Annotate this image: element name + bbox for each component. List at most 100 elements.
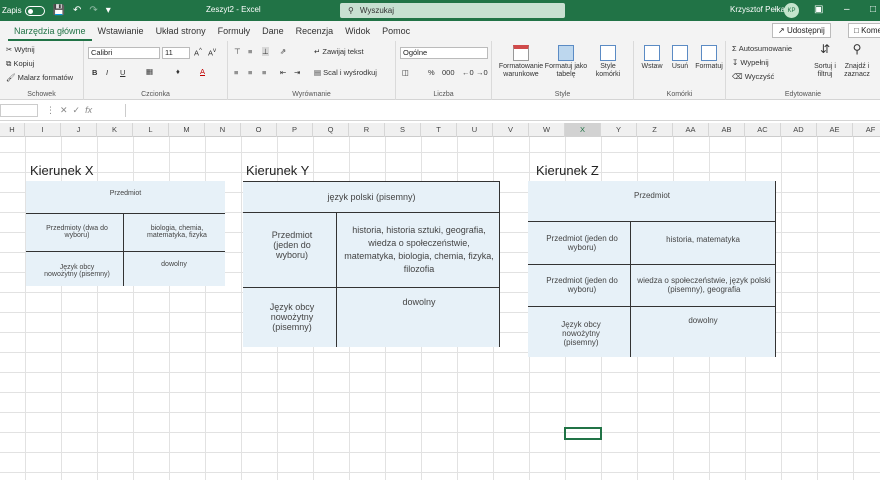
orientation-icon[interactable]: ⇗	[280, 47, 286, 56]
percent-icon[interactable]: %	[428, 68, 435, 77]
table-divider	[243, 212, 500, 213]
formula-controls[interactable]: ⋮ ✕ ✓ fx	[46, 105, 92, 116]
name-box[interactable]	[0, 104, 38, 117]
column-header-x[interactable]: X	[565, 123, 601, 137]
column-header-ac[interactable]: AC	[745, 123, 781, 137]
merge-center-button[interactable]: ▤ Scal i wyśrodkuj	[314, 68, 377, 77]
increase-decimal-icon[interactable]: ←0	[462, 68, 474, 77]
tab-insert[interactable]: Wstawianie	[92, 21, 150, 41]
decrease-decimal-icon[interactable]: →0	[476, 68, 488, 77]
column-header-v[interactable]: V	[493, 123, 529, 137]
font-name-select[interactable]: Calibri	[88, 47, 160, 59]
autosum-button[interactable]: Σ Autosumowanie	[732, 44, 792, 53]
avatar[interactable]: KP	[784, 3, 799, 18]
font-size-select[interactable]: 11	[162, 47, 190, 59]
thousands-icon[interactable]: 000	[442, 68, 455, 77]
undo-icon[interactable]: ↶	[73, 5, 81, 16]
column-header-i[interactable]: I	[25, 123, 61, 137]
align-bottom-icon[interactable]: ⊥	[262, 47, 269, 56]
formula-input[interactable]	[125, 104, 880, 117]
currency-icon[interactable]: ◫	[402, 68, 409, 77]
decrease-indent-icon[interactable]: ⇤	[280, 68, 286, 77]
font-color-icon[interactable]: A	[200, 67, 205, 76]
tab-view[interactable]: Widok	[339, 21, 376, 41]
tab-page-layout[interactable]: Układ strony	[150, 21, 212, 41]
customize-toolbar-icon[interactable]: ▾	[106, 5, 111, 16]
column-header-k[interactable]: K	[97, 123, 133, 137]
tab-review[interactable]: Recenzja	[290, 21, 340, 41]
tab-formulas[interactable]: Formuły	[212, 21, 257, 41]
column-header-r[interactable]: R	[349, 123, 385, 137]
font-group-label: Czcionka	[141, 91, 170, 98]
align-top-icon[interactable]: ⊤	[234, 47, 241, 56]
maximize-icon[interactable]: □	[870, 4, 876, 15]
tab-data[interactable]: Dane	[256, 21, 290, 41]
redo-icon[interactable]: ↷	[89, 5, 97, 16]
align-middle-icon[interactable]: ≡	[248, 47, 252, 56]
table-divider	[336, 212, 337, 347]
column-header-z[interactable]: Z	[637, 123, 673, 137]
autosave-toggle[interactable]	[24, 5, 45, 16]
align-left-icon[interactable]: ≡	[234, 68, 238, 77]
share-button[interactable]: ↗ Udostępnij	[772, 23, 831, 38]
insert-cells-button[interactable]: Wstaw	[638, 45, 666, 71]
underline-button[interactable]: U	[120, 68, 125, 77]
italic-button[interactable]: I	[106, 68, 108, 77]
ribbon-display-icon[interactable]: ▣	[814, 4, 823, 15]
number-format-select[interactable]: Ogólne	[400, 47, 488, 59]
column-header-t[interactable]: T	[421, 123, 457, 137]
column-header-u[interactable]: U	[457, 123, 493, 137]
tab-home[interactable]: Narzędzia główne	[8, 21, 92, 41]
save-icon[interactable]: 💾	[53, 5, 65, 16]
column-header-h[interactable]: H	[0, 123, 25, 137]
bold-button[interactable]: B	[92, 68, 97, 77]
column-header-s[interactable]: S	[385, 123, 421, 137]
comment-icon: □	[854, 26, 859, 35]
column-header-p[interactable]: P	[277, 123, 313, 137]
comments-button[interactable]: □ Kome	[848, 23, 880, 38]
fill-button[interactable]: ↧ Wypełnij	[732, 58, 769, 67]
align-center-icon[interactable]: ≡	[248, 68, 252, 77]
sort-filter-button[interactable]: ⇵ Sortuj i filtruj	[810, 43, 840, 79]
column-header-q[interactable]: Q	[313, 123, 349, 137]
delete-cells-button[interactable]: Usuń	[666, 45, 694, 71]
active-cell[interactable]	[564, 427, 602, 440]
column-header-j[interactable]: J	[61, 123, 97, 137]
format-cells-button[interactable]: Formatuj	[694, 45, 724, 71]
grow-font-button[interactable]: A^	[194, 47, 202, 58]
column-header-af[interactable]: AF	[853, 123, 880, 137]
conditional-formatting-label: Formatowanie warunkowe	[498, 63, 544, 78]
cut-button[interactable]: ✂ Wytnij	[6, 45, 35, 54]
find-select-button[interactable]: ⚲ Znajdź i zaznacz	[840, 43, 874, 79]
search-box[interactable]: ⚲ Wyszukaj	[340, 3, 565, 18]
column-header-w[interactable]: W	[529, 123, 565, 137]
minimize-icon[interactable]: –	[844, 4, 850, 15]
fill-color-icon[interactable]: ♦	[176, 67, 180, 76]
column-header-ad[interactable]: AD	[781, 123, 817, 137]
column-header-y[interactable]: Y	[601, 123, 637, 137]
user-name[interactable]: Krzysztof Pełka	[730, 5, 785, 14]
borders-icon[interactable]: ▦	[146, 67, 153, 76]
clear-label: Wyczyść	[744, 72, 775, 81]
table-divider	[528, 264, 776, 265]
tab-help[interactable]: Pomoc	[376, 21, 416, 41]
wrap-text-button[interactable]: ↵ Zawijaj tekst	[314, 47, 364, 56]
clear-button[interactable]: ⌫ Wyczyść	[732, 72, 774, 81]
heading-kierunek-y: Kierunek Y	[246, 163, 310, 178]
conditional-formatting-button[interactable]: Formatowanie warunkowe	[496, 45, 546, 79]
shrink-font-button[interactable]: Av	[208, 47, 216, 58]
align-right-icon[interactable]: ≡	[262, 68, 266, 77]
format-as-table-button[interactable]: Formatuj jako tabelę	[544, 45, 588, 79]
column-header-n[interactable]: N	[205, 123, 241, 137]
copy-button[interactable]: ⧉ Kopiuj	[6, 59, 34, 69]
column-header-o[interactable]: O	[241, 123, 277, 137]
table-cell: historia, historia sztuki, geografia, wi…	[344, 225, 494, 274]
format-painter-button[interactable]: 🖌 Malarz formatów	[6, 73, 73, 82]
column-header-aa[interactable]: AA	[673, 123, 709, 137]
column-header-l[interactable]: L	[133, 123, 169, 137]
column-header-ab[interactable]: AB	[709, 123, 745, 137]
column-header-ae[interactable]: AE	[817, 123, 853, 137]
column-header-m[interactable]: M	[169, 123, 205, 137]
cell-styles-button[interactable]: Style komórki	[588, 45, 628, 79]
increase-indent-icon[interactable]: ⇥	[294, 68, 300, 77]
